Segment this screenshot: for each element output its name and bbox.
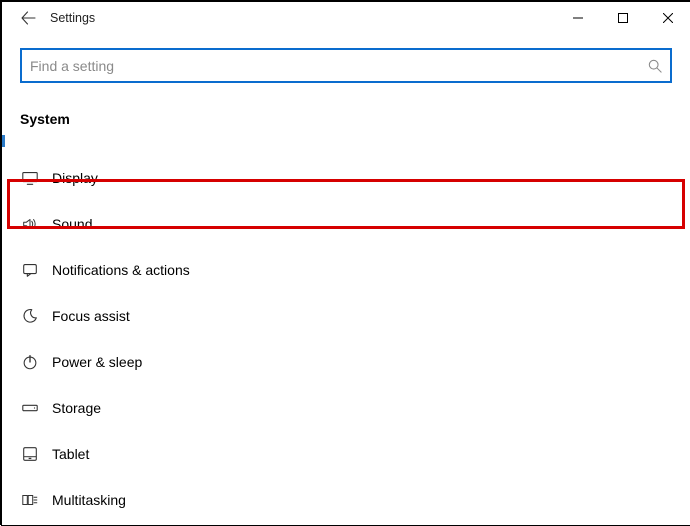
close-icon (663, 13, 673, 23)
maximize-button[interactable] (600, 2, 645, 34)
search-icon (648, 59, 662, 73)
arrow-left-icon (20, 10, 36, 26)
nav-item-multitasking[interactable]: Multitasking (2, 477, 690, 523)
nav-item-storage[interactable]: Storage (2, 385, 690, 431)
close-button[interactable] (645, 2, 690, 34)
nav-item-power-sleep[interactable]: Power & sleep (2, 339, 690, 385)
back-button[interactable] (8, 2, 48, 34)
nav-item-tablet[interactable]: Tablet (2, 431, 690, 477)
nav-item-notifications[interactable]: Notifications & actions (2, 247, 690, 293)
nav-item-label: Focus assist (52, 308, 130, 324)
maximize-icon (618, 13, 628, 23)
minimize-button[interactable] (555, 2, 600, 34)
nav-item-display[interactable]: Display (2, 155, 690, 201)
multitasking-icon (20, 490, 40, 510)
nav-item-label: Sound (52, 216, 92, 232)
display-icon (20, 168, 40, 188)
notifications-icon (20, 260, 40, 280)
nav-item-label: Display (52, 170, 98, 186)
storage-icon (20, 398, 40, 418)
nav-item-label: Power & sleep (52, 354, 142, 370)
nav-item-label: Storage (52, 400, 101, 416)
minimize-icon (573, 13, 583, 23)
search-input[interactable] (30, 50, 648, 81)
search-box[interactable] (20, 48, 672, 83)
section-header: System (2, 83, 690, 135)
focus-assist-icon (20, 306, 40, 326)
nav-accent (2, 135, 5, 147)
window-title: Settings (50, 11, 95, 25)
power-icon (20, 352, 40, 372)
nav-list: Display Sound Notifications & actions Fo… (2, 135, 690, 523)
nav-item-label: Multitasking (52, 492, 126, 508)
tablet-icon (20, 444, 40, 464)
nav-item-sound[interactable]: Sound (2, 201, 690, 247)
nav-item-label: Tablet (52, 446, 89, 462)
nav-item-focus-assist[interactable]: Focus assist (2, 293, 690, 339)
sound-icon (20, 214, 40, 234)
nav-item-label: Notifications & actions (52, 262, 190, 278)
